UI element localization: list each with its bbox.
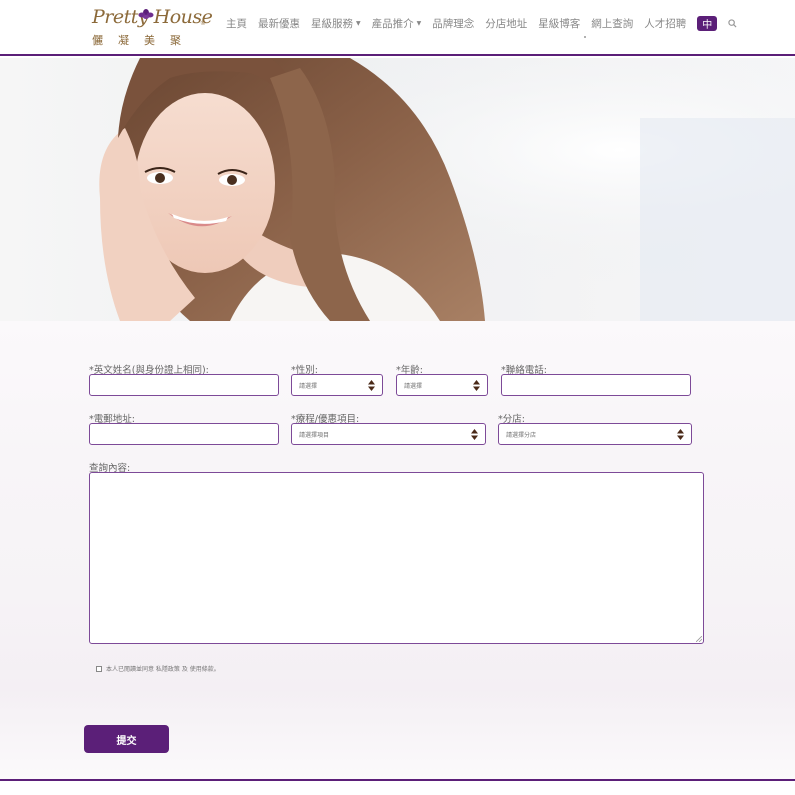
flower-icon [138, 9, 154, 19]
language-toggle[interactable]: 中 [697, 15, 718, 31]
footer-divider [0, 779, 795, 781]
select-arrows-icon [473, 380, 480, 391]
nav-item-enquiry[interactable]: 網上查詢 [591, 16, 633, 31]
site-header: Pretty House ® 儷凝美聚 主頁 最新優惠 星級服務 ▼ 產品推介 ▼ … [0, 0, 795, 56]
nav-item-products[interactable]: 產品推介 ▼ [372, 16, 422, 31]
select-arrows-icon [471, 429, 478, 440]
caret-down-icon: ▼ [416, 19, 422, 27]
hero-banner [0, 58, 795, 321]
select-arrows-icon [368, 380, 375, 391]
nav-item-careers[interactable]: 人才招聘 [644, 16, 686, 31]
submit-button[interactable]: 提交 [84, 725, 169, 753]
course-select[interactable]: 請選擇項目 [291, 423, 486, 445]
age-select[interactable]: 請選擇 [396, 374, 488, 396]
brand-logo[interactable]: Pretty House ® 儷凝美聚 [92, 6, 213, 48]
nav-item-services[interactable]: 星級服務 ▼ [311, 16, 361, 31]
consent-row: 本人已閱讀並同意 私隱政策 及 使用條款。 [96, 664, 220, 673]
main-nav: 主頁 最新優惠 星級服務 ▼ 產品推介 ▼ 品牌理念 分店地址 星級博客 網上查詢 … [226, 15, 737, 31]
search-icon[interactable] [728, 18, 737, 28]
nav-item-home[interactable]: 主頁 [226, 16, 247, 31]
phone-input[interactable] [501, 374, 691, 396]
logo-registered-mark: ® [200, 20, 206, 27]
resize-grip-icon[interactable] [696, 636, 702, 642]
consent-text: 本人已閱讀並同意 私隱政策 及 使用條款。 [106, 666, 220, 673]
consent-checkbox[interactable] [96, 665, 102, 672]
nav-item-blog[interactable]: 星級博客 [538, 16, 580, 31]
nav-item-branches[interactable]: 分店地址 [485, 16, 527, 31]
active-indicator [584, 36, 586, 38]
nav-item-brand[interactable]: 品牌理念 [432, 16, 474, 31]
name-input[interactable] [89, 374, 279, 396]
select-arrows-icon [677, 429, 684, 440]
branch-select[interactable]: 請選擇分店 [498, 423, 692, 445]
message-textarea[interactable] [89, 472, 704, 644]
logo-chinese-text: 儷凝美聚 [92, 34, 196, 47]
nav-item-offers[interactable]: 最新優惠 [258, 16, 300, 31]
hero-image [0, 58, 795, 321]
gender-select[interactable]: 請選擇 [291, 374, 383, 396]
caret-down-icon: ▼ [356, 19, 361, 27]
email-input[interactable] [89, 423, 279, 445]
